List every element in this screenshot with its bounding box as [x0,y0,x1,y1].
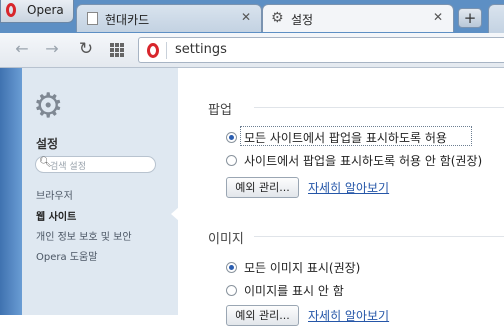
toolbar: ← → ↻ settings [0,33,504,68]
page-icon [87,12,98,25]
section-title-popups: 팝업 [208,103,232,118]
address-separator [166,42,167,59]
opera-logo-icon [6,3,16,17]
tab-settings[interactable]: ⚙ 설정 ✕ [262,4,454,32]
popups-allow-all-radio[interactable] [226,132,237,143]
tab-strip: Opera 현대카드 ✕ ⚙ 설정 ✕ + [0,0,504,33]
opera-menu-button[interactable]: Opera [0,0,74,23]
sidebar-item-browser[interactable]: 브라우저 [36,187,73,202]
tab-label: 현대카드 [105,13,150,27]
section-divider [254,236,504,237]
settings-gear-icon: ⚙ [33,86,64,126]
sidebar-item-privacy-security[interactable]: 개인 정보 보호 및 보안 [36,228,132,243]
gear-icon: ⚙ [271,10,284,26]
search-settings-input[interactable]: 🔍︎ 검색 설정 [35,156,156,173]
settings-sidebar [0,68,178,315]
popups-allow-all-label[interactable]: 모든 사이트에서 팝업을 표시하도록 허용 [244,129,447,146]
search-placeholder: 검색 설정 [50,162,86,172]
close-icon[interactable]: ✕ [241,10,251,24]
new-tab-button[interactable]: + [458,8,482,28]
images-hide-radio[interactable] [226,285,237,296]
active-item-pointer [171,207,179,221]
address-text[interactable]: settings [175,42,227,57]
images-manage-exceptions-button[interactable]: 예외 관리... [226,305,299,326]
section-title-images: 이미지 [208,232,244,247]
sidebar-accent-bar [0,68,22,315]
tab-hyundaicard[interactable]: 현대카드 ✕ [76,4,262,32]
tab-edge [488,4,504,33]
tab-label: 설정 [291,13,314,27]
images-show-all-radio[interactable] [226,262,237,273]
sidebar-title: 설정 [36,137,59,151]
address-bar[interactable]: settings [138,37,504,63]
images-show-all-label[interactable]: 모든 이미지 표시(권장) [244,259,360,276]
popups-learn-more-link[interactable]: 자세히 알아보기 [308,179,389,196]
popups-block-label[interactable]: 사이트에서 팝업을 표시하도록 허용 안 함(권장) [244,152,482,169]
close-icon[interactable]: ✕ [433,10,443,24]
popups-manage-exceptions-button[interactable]: 예외 관리... [226,177,299,198]
sidebar-item-opera-help[interactable]: Opera 도움말 [36,248,97,263]
back-arrow-icon[interactable]: ← [12,39,32,59]
popups-block-radio[interactable] [226,155,237,166]
speed-dial-grid-icon[interactable] [110,43,124,57]
forward-arrow-icon[interactable]: → [42,39,62,59]
reload-icon[interactable]: ↻ [76,39,96,59]
images-learn-more-link[interactable]: 자세히 알아보기 [308,307,389,324]
images-hide-label[interactable]: 이미지를 표시 안 함 [244,282,344,299]
opera-menu-label: Opera [27,3,64,17]
opera-logo-icon [147,43,159,58]
sidebar-item-websites[interactable]: 웹 사이트 [36,208,76,223]
section-divider [254,107,504,108]
